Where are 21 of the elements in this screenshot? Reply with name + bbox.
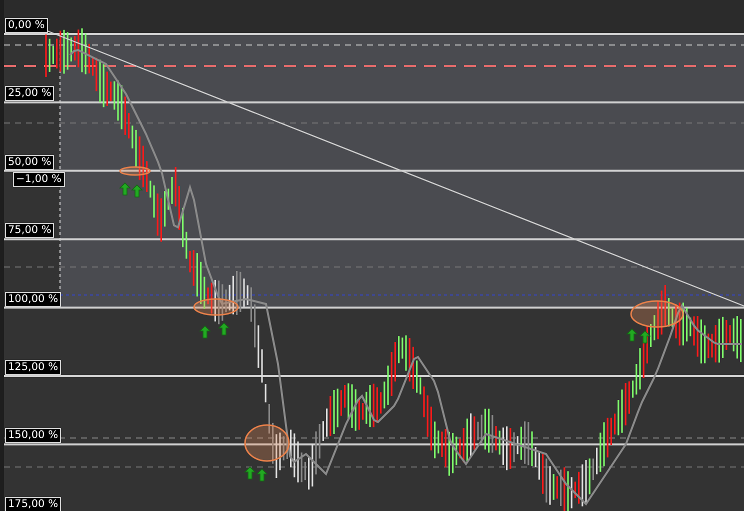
highlight-ellipse <box>244 424 290 462</box>
up-arrow-icon <box>119 182 131 196</box>
up-arrow-icon <box>199 325 211 338</box>
up-arrow-icon <box>131 184 143 198</box>
highlight-ellipse <box>630 300 684 328</box>
up-arrow-icon <box>626 328 638 342</box>
up-arrow-icon <box>244 466 256 480</box>
highlight-ellipse <box>193 298 239 316</box>
highlight-ellipse <box>119 166 151 176</box>
level-label: 150,00 % <box>5 428 62 444</box>
level-label: 100,00 % <box>5 292 62 307</box>
level-label: 50,00 % <box>5 154 54 170</box>
level-label: 125,00 % <box>5 360 62 375</box>
up-arrow-icon <box>218 322 230 336</box>
level-label: 175,00 % <box>5 496 62 511</box>
level-label: 0,00 % <box>5 18 48 33</box>
marker-label: −1,00 % <box>13 172 64 187</box>
level-label: 25,00 % <box>5 86 54 102</box>
up-arrow-icon <box>256 468 268 482</box>
level-label: 75,00 % <box>5 223 54 238</box>
up-arrow-icon <box>639 330 651 344</box>
